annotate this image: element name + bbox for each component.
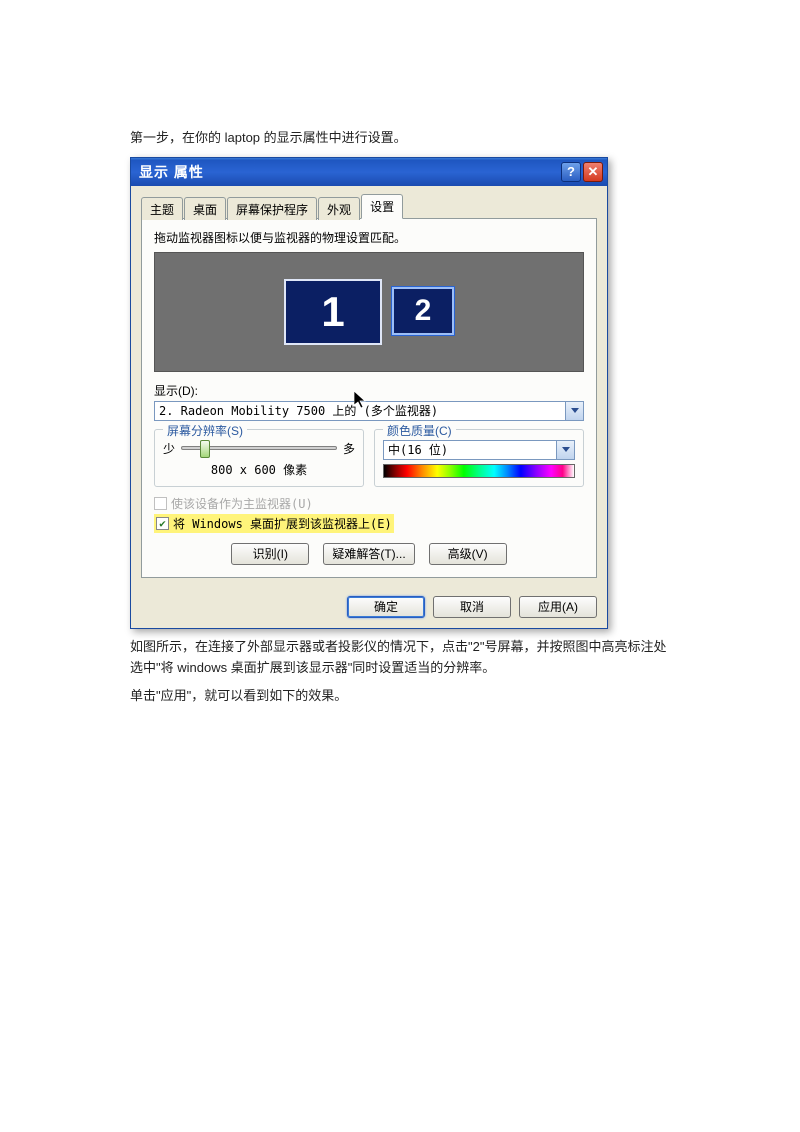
resolution-slider[interactable] (181, 446, 337, 450)
intro-paragraph: 第一步，在你的 laptop 的显示属性中进行设置。 (130, 128, 670, 149)
cancel-button[interactable]: 取消 (433, 596, 511, 618)
primary-monitor-checkbox-row: 使该设备作为主监视器(U) (154, 495, 584, 512)
slider-less-label: 少 (163, 440, 175, 457)
tab-theme[interactable]: 主题 (141, 197, 183, 220)
extend-desktop-checkbox[interactable]: ✔ (156, 517, 169, 530)
outro-paragraph-1: 如图所示，在连接了外部显示器或者投影仪的情况下，点击"2"号屏幕，并按照图中高亮… (130, 637, 670, 679)
outro-paragraph-2: 单击"应用"，就可以看到如下的效果。 (130, 686, 670, 707)
close-button[interactable]: ✕ (583, 162, 603, 182)
display-select-arrow[interactable] (566, 401, 584, 421)
monitor-2[interactable]: 2 (392, 287, 454, 335)
tab-strip: 主题 桌面 屏幕保护程序 外观 设置 (141, 194, 597, 219)
resolution-value: 800 x 600 像素 (163, 461, 355, 478)
window-title: 显示 属性 (139, 162, 559, 182)
ok-button[interactable]: 确定 (347, 596, 425, 618)
chevron-down-icon (571, 408, 579, 413)
tab-appearance[interactable]: 外观 (318, 197, 360, 220)
titlebar: 显示 属性 ? ✕ (131, 158, 607, 186)
resolution-legend: 屏幕分辨率(S) (163, 422, 247, 439)
apply-button[interactable]: 应用(A) (519, 596, 597, 618)
slider-thumb[interactable] (200, 440, 210, 458)
troubleshoot-button[interactable]: 疑难解答(T)... (323, 543, 414, 565)
primary-monitor-label: 使该设备作为主监视器(U) (171, 495, 313, 512)
color-preview-bar (383, 464, 575, 478)
drag-hint: 拖动监视器图标以便与监视器的物理设置匹配。 (154, 229, 584, 246)
display-select[interactable]: 2. Radeon Mobility 7500 上的 (多个监视器) (154, 401, 566, 421)
identify-button[interactable]: 识别(I) (231, 543, 309, 565)
monitor-1[interactable]: 1 (284, 279, 382, 345)
color-quality-group: 颜色质量(C) 中(16 位) (374, 429, 584, 487)
advanced-button[interactable]: 高级(V) (429, 543, 507, 565)
slider-more-label: 多 (343, 440, 355, 457)
display-label: 显示(D): (154, 382, 584, 399)
help-button[interactable]: ? (561, 162, 581, 182)
tab-settings[interactable]: 设置 (361, 194, 403, 219)
extend-desktop-checkbox-row[interactable]: ✔ 将 Windows 桌面扩展到该监视器上(E) (154, 514, 394, 533)
color-legend: 颜色质量(C) (383, 422, 456, 439)
display-properties-dialog: 显示 属性 ? ✕ 主题 桌面 屏幕保护程序 外观 设置 拖动监视器图标以便与监… (130, 157, 608, 629)
monitor-arrangement[interactable]: 1 2 (154, 252, 584, 372)
resolution-group: 屏幕分辨率(S) 少 多 800 x 600 像素 (154, 429, 364, 487)
extend-desktop-label: 将 Windows 桌面扩展到该监视器上(E) (173, 515, 392, 532)
primary-monitor-checkbox (154, 497, 167, 510)
tab-desktop[interactable]: 桌面 (184, 197, 226, 220)
color-select-arrow[interactable] (557, 440, 575, 460)
color-quality-select[interactable]: 中(16 位) (383, 440, 557, 460)
settings-panel: 拖动监视器图标以便与监视器的物理设置匹配。 1 2 显示(D): 2. Rade… (141, 218, 597, 578)
tab-screensaver[interactable]: 屏幕保护程序 (227, 197, 317, 220)
chevron-down-icon (562, 447, 570, 452)
